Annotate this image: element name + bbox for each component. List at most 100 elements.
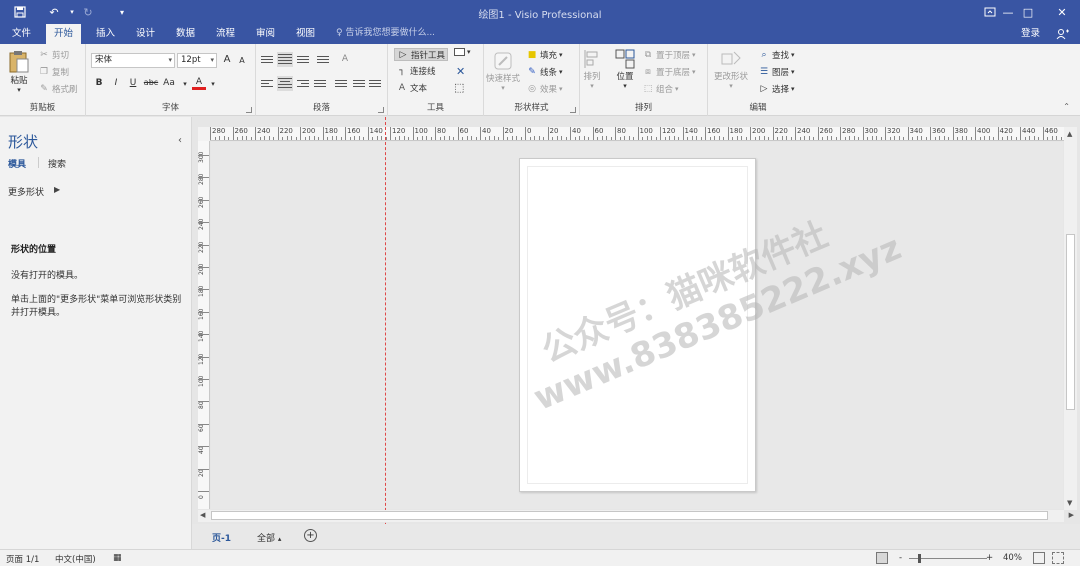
font-name-combo[interactable]: 宋体 ▾ [91, 53, 175, 68]
tab-process[interactable]: 流程 [208, 24, 243, 44]
align-middle-icon[interactable] [277, 52, 293, 67]
share-icon[interactable] [1056, 28, 1070, 40]
ruler-tick [430, 137, 432, 140]
switch-windows-icon[interactable] [1052, 552, 1064, 564]
connector-button[interactable]: ┐ 连接线 [396, 65, 435, 77]
ruler-tick [313, 136, 315, 140]
crop-tool-icon[interactable]: ⬚ [454, 81, 464, 94]
grow-font-button[interactable]: A [220, 53, 234, 67]
close-icon[interactable]: ✕ [1044, 0, 1080, 24]
copy-button[interactable]: ❐ 复制 [38, 66, 69, 78]
all-pages-button[interactable]: 全部 ▴ [257, 531, 281, 544]
rectangle-shape-button[interactable]: ▾ [454, 48, 471, 56]
align-center-icon[interactable] [277, 76, 293, 91]
font-size-combo[interactable]: 12pt ▾ [177, 53, 217, 68]
collapse-panel-icon[interactable]: ‹ [178, 135, 182, 146]
shrink-font-button[interactable]: A [235, 54, 249, 68]
text-direction-icon[interactable]: A⁣ [338, 52, 352, 66]
maximize-icon[interactable]: □ [1010, 0, 1046, 24]
tell-me-search[interactable]: ♀ 告诉我您想要做什么... [336, 24, 435, 44]
tab-stencils[interactable]: 模具 [8, 157, 26, 170]
send-back-button[interactable]: ⧈ 置于底层 ▾ [642, 66, 695, 78]
zoom-in-button[interactable]: + [986, 553, 993, 563]
align-bottom-icon[interactable] [296, 54, 310, 66]
change-case-button[interactable]: Aa [160, 76, 178, 90]
tab-review[interactable]: 审阅 [248, 24, 283, 44]
login-link[interactable]: 登录 [1021, 24, 1040, 44]
scroll-left-icon[interactable]: ◀ [200, 511, 205, 519]
cut-button[interactable]: ✂ 剪切 [38, 49, 69, 61]
scroll-right-icon[interactable]: ▶ [1069, 511, 1074, 519]
align-left-icon[interactable] [260, 78, 274, 90]
underline-button[interactable]: U [126, 76, 140, 90]
justify-icon[interactable] [313, 78, 327, 90]
bold-button[interactable]: B [92, 76, 106, 90]
font-color-button[interactable]: A [192, 75, 206, 90]
bring-front-button[interactable]: ⧉ 置于顶层 ▾ [642, 49, 696, 61]
zoom-slider-knob[interactable] [918, 554, 921, 563]
vertical-scroll-thumb[interactable] [1066, 234, 1075, 410]
layers-button[interactable]: ☰ 图层 ▾ [758, 66, 795, 78]
effects-button[interactable]: ◎ 效果 ▾ [526, 83, 562, 95]
ruler-tick [993, 137, 994, 140]
decrease-indent-icon[interactable] [352, 78, 366, 90]
group-button[interactable]: ⬚ 组合 ▾ [642, 83, 679, 95]
zoom-out-button[interactable]: - [899, 553, 902, 563]
add-page-button[interactable]: + [304, 529, 317, 542]
page-tab-1[interactable]: 页-1 [212, 531, 231, 544]
zoom-level[interactable]: 40% [1003, 553, 1022, 563]
ruler-tick [394, 137, 396, 140]
vertical-scrollbar[interactable]: ▲ ▼ [1064, 127, 1077, 510]
line-spacing-icon[interactable] [334, 78, 348, 90]
align-top-icon[interactable] [260, 54, 274, 66]
quick-styles-button[interactable]: 快速样式 ▾ [486, 50, 520, 92]
paste-button[interactable]: 粘贴 ▾ [8, 50, 30, 94]
tab-insert[interactable]: 插入 [88, 24, 123, 44]
ruler-label: 120 [198, 353, 205, 365]
page-info[interactable]: 页面 1/1 [6, 553, 39, 565]
ruler-tick [198, 401, 209, 403]
position-button[interactable]: 位置 ▾ [614, 48, 636, 90]
horizontal-ruler[interactable]: 280 260 240 220 200 180 160 140 120 100 80 60 40 20 0 2… [210, 127, 1066, 141]
tab-file[interactable]: 文件 [4, 24, 39, 44]
fill-button[interactable]: ■ 填充 ▾ [526, 49, 563, 61]
bullets-icon[interactable] [316, 54, 330, 66]
macro-record-icon[interactable]: ▦ [113, 553, 122, 563]
more-shapes-menu[interactable]: 更多形状 [8, 185, 44, 198]
text-tool-button[interactable]: A 文本 [396, 82, 427, 94]
shape-styles-dialog-launcher-icon[interactable] [570, 107, 576, 113]
tab-search[interactable]: 搜索 [48, 157, 66, 170]
strikethrough-button[interactable]: abc [142, 76, 160, 90]
format-painter-button[interactable]: ✎ 格式刷 [38, 83, 77, 95]
italic-button[interactable]: I [109, 76, 123, 90]
vertical-ruler[interactable]: 300 280 260 240 220 200 180 160 140 120 100 80 60 40 2… [198, 141, 210, 509]
copy-icon: ❐ [39, 67, 49, 77]
pointer-tool-button[interactable]: ▷ 指针工具 [394, 48, 449, 61]
collapse-ribbon-icon[interactable]: ⌃ [1063, 102, 1070, 111]
align-right-icon[interactable] [296, 78, 310, 90]
change-shape-button[interactable]: 更改形状 ▾ [714, 48, 748, 90]
font-dialog-launcher-icon[interactable] [246, 107, 252, 113]
select-button[interactable]: ▷ 选择 ▾ [758, 83, 795, 95]
chevron-down-icon[interactable]: ▾ [178, 77, 192, 91]
find-button[interactable]: ⌕ 查找 ▾ [758, 49, 794, 61]
tab-home[interactable]: 开始 [46, 24, 82, 44]
horizontal-scrollbar[interactable]: ◀ ▶ [198, 510, 1074, 522]
paragraph-dialog-launcher-icon[interactable] [378, 107, 384, 113]
increase-indent-icon[interactable] [368, 78, 382, 90]
presentation-mode-icon[interactable] [876, 552, 888, 564]
close-tool-icon[interactable]: ✕ [456, 65, 465, 78]
chevron-right-icon[interactable]: ▶ [54, 185, 60, 194]
language-info[interactable]: 中文(中国) [55, 553, 96, 565]
fit-page-icon[interactable] [1033, 552, 1045, 564]
scroll-down-icon[interactable]: ▼ [1067, 499, 1072, 507]
horizontal-scroll-thumb[interactable] [211, 511, 1048, 520]
tab-view[interactable]: 视图 [288, 24, 323, 44]
align-button[interactable]: 排列 ▾ [582, 48, 602, 90]
chevron-down-icon[interactable]: ▾ [206, 77, 220, 91]
scroll-up-icon[interactable]: ▲ [1067, 130, 1072, 138]
tab-data[interactable]: 数据 [168, 24, 203, 44]
line-button[interactable]: ✎ 线条 ▾ [526, 66, 562, 78]
tab-design[interactable]: 设计 [128, 24, 163, 44]
guide-line[interactable] [385, 117, 386, 566]
